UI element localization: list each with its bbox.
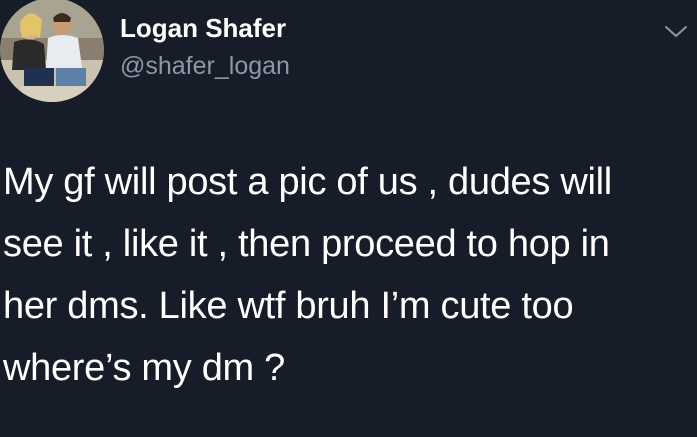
tweet-text-line: My gf will post a pic of us , dudes will	[3, 161, 612, 203]
author-display-name[interactable]: Logan Shafer	[120, 12, 290, 44]
author-handle[interactable]: @shafer_logan	[120, 50, 290, 82]
tweet-text-line: see it , like it , then proceed to hop i…	[3, 223, 610, 265]
chevron-down-icon	[665, 26, 687, 37]
tweet-menu-button[interactable]	[663, 22, 689, 42]
tweet-text-line: where’s my dm ?	[3, 347, 286, 389]
tweet-text-line: her dms. Like wtf bruh I’m cute too	[3, 285, 574, 327]
profile-photo-icon	[0, 0, 104, 102]
avatar[interactable]	[0, 0, 104, 102]
author-block: Logan Shafer @shafer_logan	[120, 12, 290, 82]
tweet-card: Logan Shafer @shafer_logan My gf will po…	[0, 0, 697, 437]
tweet-body: My gf will post a pic of us , dudes will…	[3, 151, 693, 399]
